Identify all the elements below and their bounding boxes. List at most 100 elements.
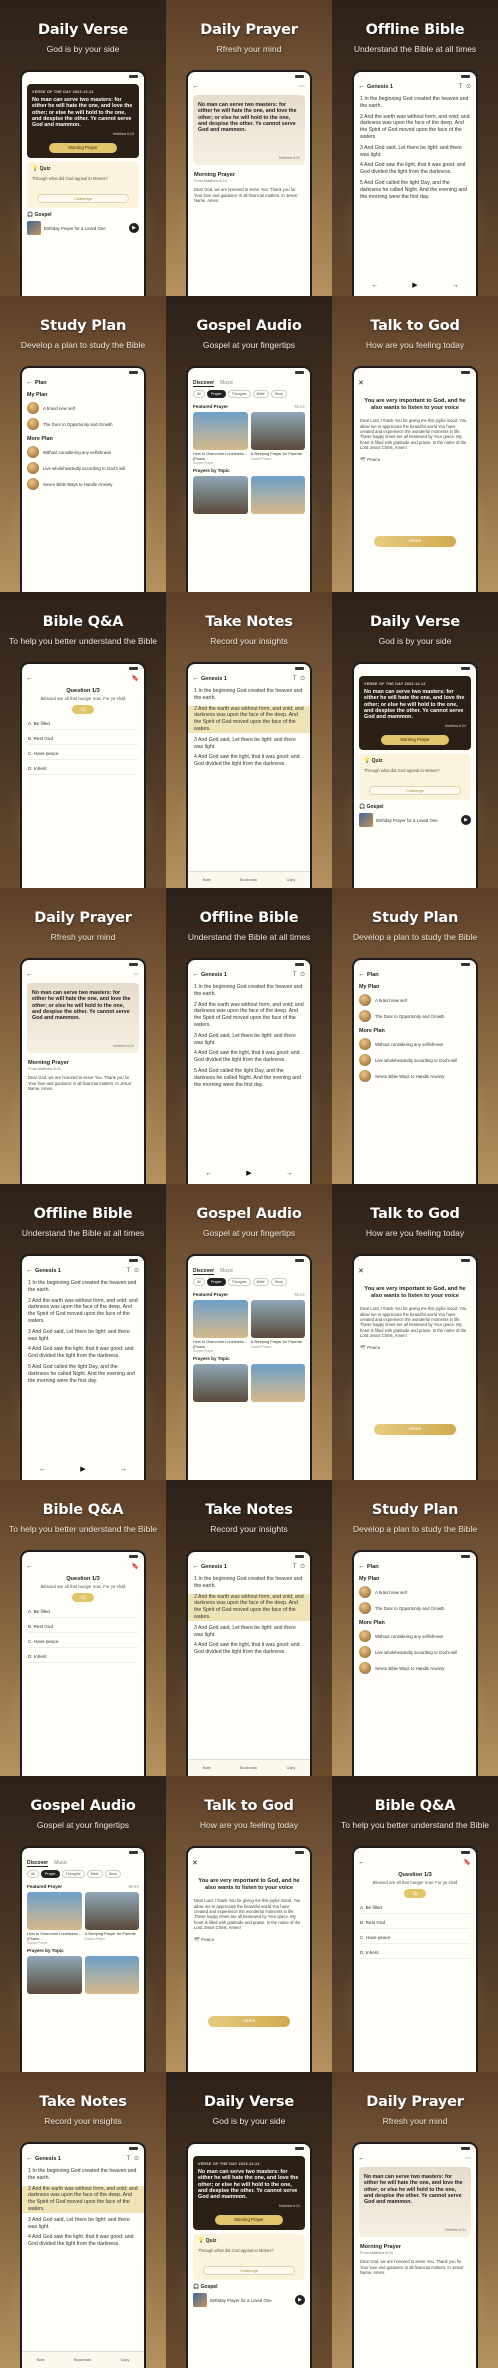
- plan-item[interactable]: Live wholeheartedly according to God's w…: [354, 1052, 476, 1068]
- note-button[interactable]: Note: [37, 2358, 45, 2362]
- tip-button[interactable]: Tip: [72, 705, 94, 714]
- bookmark-button[interactable]: Bookmark: [240, 878, 257, 882]
- back-icon[interactable]: ←: [26, 675, 35, 682]
- verse-2-highlighted[interactable]: 2 And the earth was without form, and vo…: [188, 1593, 310, 1621]
- chip-all[interactable]: All: [193, 390, 205, 398]
- verse-of-the-day-card[interactable]: VERSE OF THE DAY 2023.10.12 No man can s…: [27, 84, 139, 158]
- chapter-selector[interactable]: Genesis 1: [201, 676, 293, 682]
- gospel-item[interactable]: Birthday Prayer for a Loved One ▶: [193, 2293, 305, 2307]
- font-settings-icon[interactable]: T ⊙: [127, 2155, 140, 2162]
- challenge-button[interactable]: Challenge: [37, 194, 129, 203]
- verse-2-highlighted[interactable]: 2 And the earth was without form, and vo…: [22, 2185, 144, 2213]
- morning-prayer-button[interactable]: Morning Prayer: [381, 735, 449, 745]
- back-icon[interactable]: ←: [358, 1563, 367, 1570]
- back-icon[interactable]: ←: [358, 971, 367, 978]
- verse-4[interactable]: 4 And God saw the light, that it was goo…: [22, 2234, 144, 2248]
- plan-item[interactable]: Live wholeheartedly according to God's w…: [22, 460, 144, 476]
- prev-chapter-icon[interactable]: ←: [205, 1170, 212, 1177]
- verse-1[interactable]: 1 In the beginning God created the heave…: [188, 984, 310, 998]
- chapter-selector[interactable]: Genesis 1: [201, 972, 293, 978]
- plan-item[interactable]: The Door to Opportunity and Growth: [354, 1600, 476, 1616]
- chip-prayer[interactable]: Prayer: [207, 1278, 226, 1286]
- tab-discover[interactable]: Discover: [193, 1268, 215, 1275]
- verse-4[interactable]: 4 And God saw the light, that it was goo…: [22, 1346, 144, 1360]
- tab-music[interactable]: Music: [220, 380, 233, 387]
- plan-item[interactable]: A brand new self: [354, 1584, 476, 1600]
- answer-option[interactable]: B. Rest God: [28, 1621, 138, 1633]
- plan-item[interactable]: A brand new self: [354, 992, 476, 1008]
- back-icon[interactable]: ←: [26, 2155, 35, 2162]
- note-button[interactable]: Note: [203, 878, 211, 882]
- amen-button[interactable]: Amen: [208, 2016, 290, 2027]
- topic-card[interactable]: [193, 1364, 248, 1403]
- answer-option[interactable]: A. Be filled: [28, 1606, 138, 1618]
- verse-of-the-day-card[interactable]: VERSE OF THE DAY 2023.10.12 No man can s…: [359, 676, 471, 750]
- share-icon[interactable]: ⋯: [299, 83, 306, 90]
- close-icon[interactable]: ✕: [358, 379, 367, 387]
- topic-card[interactable]: [250, 476, 305, 515]
- back-icon[interactable]: ←: [192, 83, 201, 90]
- play-audio-icon[interactable]: ▶: [80, 1465, 85, 1473]
- chip-story[interactable]: Story: [270, 390, 287, 398]
- share-icon[interactable]: ⋯: [133, 971, 140, 978]
- play-audio-icon[interactable]: ▶: [412, 281, 417, 289]
- verse-3[interactable]: 3 And God said, Let there be light: and …: [188, 1033, 310, 1047]
- amen-button[interactable]: Amen: [374, 1424, 456, 1435]
- tab-music[interactable]: Music: [54, 1860, 67, 1867]
- chapter-selector[interactable]: Genesis 1: [201, 1564, 293, 1570]
- back-icon[interactable]: ←: [358, 83, 367, 90]
- more-link[interactable]: More: [129, 1884, 139, 1889]
- plan-item[interactable]: The Door to Opportunity and Growth: [354, 1008, 476, 1024]
- next-chapter-icon[interactable]: →: [286, 1170, 293, 1177]
- chip-all[interactable]: All: [27, 1870, 39, 1878]
- play-audio-icon[interactable]: ▶: [246, 1169, 251, 1177]
- more-link[interactable]: More: [295, 1292, 305, 1297]
- bookmark-button[interactable]: Bookmark: [74, 2358, 91, 2362]
- verse-3[interactable]: 3 And God said, Let there be light: and …: [188, 1625, 310, 1639]
- challenge-button[interactable]: Challenge: [203, 2266, 295, 2275]
- verse-2[interactable]: 2 And the earth was without form, and vo…: [22, 1298, 144, 1325]
- plan-item[interactable]: Without considering any selfishness: [22, 444, 144, 460]
- plan-item[interactable]: A brand new self: [22, 400, 144, 416]
- tab-music[interactable]: Music: [220, 1268, 233, 1275]
- font-settings-icon[interactable]: T ⊙: [293, 971, 306, 978]
- verse-4[interactable]: 4 And God saw the light, that it was goo…: [188, 1642, 310, 1656]
- back-icon[interactable]: ←: [26, 1563, 35, 1570]
- audio-card[interactable]: How to Overcome Loneliness - (Psalm… Guid…: [193, 1300, 248, 1353]
- plan-item[interactable]: Seven Bible Ways to Handle Anxiety: [354, 1068, 476, 1084]
- back-icon[interactable]: ←: [358, 1859, 367, 1866]
- amen-button[interactable]: Amen: [374, 536, 456, 547]
- verse-of-the-day-card[interactable]: VERSE OF THE DAY 2023.10.12 No man can s…: [193, 2156, 305, 2230]
- share-icon[interactable]: ⋯: [465, 2155, 472, 2162]
- answer-option[interactable]: C. Have peace: [28, 748, 138, 760]
- morning-prayer-button[interactable]: Morning Prayer: [49, 143, 117, 153]
- audio-card[interactable]: How to Overcome Loneliness - (Psalm… Guid…: [27, 1892, 82, 1945]
- verse-2-highlighted[interactable]: 2 And the earth was without form, and vo…: [188, 705, 310, 733]
- verse-1[interactable]: 1 In the beginning God created the heave…: [354, 96, 476, 110]
- topic-card[interactable]: [27, 1956, 82, 1995]
- chip-bible[interactable]: Bible: [86, 1870, 103, 1878]
- tip-button[interactable]: Tip: [72, 1593, 94, 1602]
- answer-option[interactable]: B. Rest God: [28, 733, 138, 745]
- play-icon[interactable]: ▶: [295, 2295, 305, 2305]
- chip-thoughts[interactable]: Thoughts: [227, 1278, 251, 1286]
- quiz-card[interactable]: 💡 Quiz Through what did God appeal to Mo…: [27, 162, 139, 208]
- back-icon[interactable]: ←: [26, 1267, 35, 1274]
- chip-thoughts[interactable]: Thoughts: [61, 1870, 85, 1878]
- plan-item[interactable]: The Door to Opportunity and Growth: [22, 416, 144, 432]
- chapter-selector[interactable]: Genesis 1: [35, 1268, 127, 1274]
- answer-option[interactable]: A. Be filled: [28, 718, 138, 730]
- back-icon[interactable]: ←: [26, 379, 35, 386]
- more-link[interactable]: More: [295, 404, 305, 409]
- chip-story[interactable]: Story: [270, 1278, 287, 1286]
- answer-option[interactable]: D. Inherit: [28, 763, 138, 775]
- answer-option[interactable]: C. Have peace: [28, 1636, 138, 1648]
- chip-prayer[interactable]: Prayer: [207, 390, 226, 398]
- copy-button[interactable]: Copy: [120, 2358, 129, 2362]
- next-chapter-icon[interactable]: →: [120, 1466, 127, 1473]
- chip-bible[interactable]: Bible: [252, 390, 269, 398]
- verse-5[interactable]: 5 And God called the light Day, and the …: [354, 180, 476, 200]
- audio-card[interactable]: A Sleeping Prayer for Parents Guided Pray…: [250, 412, 305, 465]
- bookmark-icon[interactable]: 🔖: [464, 1859, 472, 1866]
- audio-card[interactable]: A Sleeping Prayer for Parents Guided Pray…: [84, 1892, 139, 1945]
